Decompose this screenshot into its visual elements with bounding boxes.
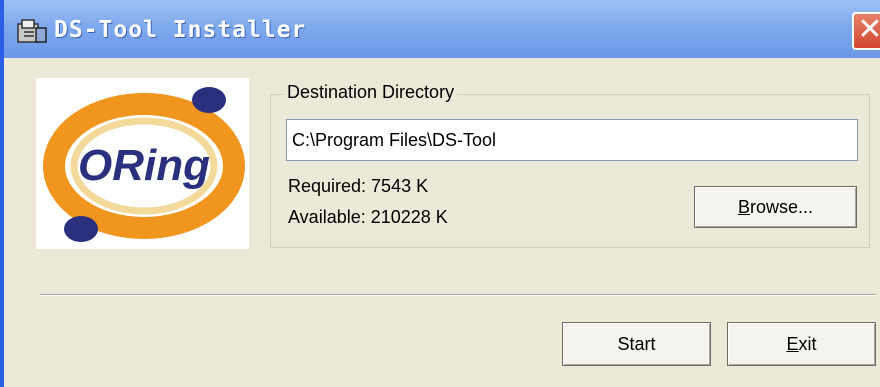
exit-button[interactable]: Exit: [727, 322, 876, 366]
start-button[interactable]: Start: [562, 322, 711, 366]
logo-text: ORing: [78, 141, 210, 190]
separator: [40, 294, 876, 296]
title-bar[interactable]: DS-Tool Installer ✕: [4, 0, 880, 58]
browse-label: rowse...: [749, 197, 814, 217]
exit-label: xit: [798, 334, 817, 354]
close-button[interactable]: ✕: [852, 12, 880, 50]
required-space-label: Required: 7543 K: [288, 176, 429, 196]
browse-button[interactable]: Browse...: [694, 186, 857, 228]
window-title: DS-Tool Installer: [54, 17, 307, 43]
installer-window: DS-Tool Installer ✕ ORing Destination Di…: [0, 0, 880, 387]
oring-logo-graphic: ORing: [43, 87, 245, 242]
installer-icon: [17, 19, 47, 43]
available-space-label: Available: 210228 K: [288, 207, 448, 227]
destination-path-input[interactable]: [286, 119, 858, 161]
close-icon: ✕: [857, 12, 880, 47]
browse-mnemonic: B: [737, 197, 750, 217]
exit-mnemonic: E: [786, 334, 799, 354]
start-label: Start: [617, 334, 656, 354]
destination-group-label: Destination Directory: [284, 82, 458, 103]
oring-logo: ORing: [36, 78, 249, 249]
